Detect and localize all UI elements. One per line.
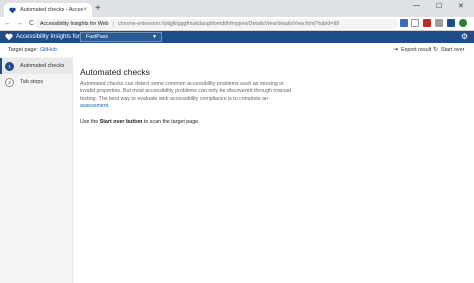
instruction-bold: Start over button	[99, 118, 143, 125]
extension-icon-2[interactable]	[435, 19, 443, 27]
back-icon[interactable]: ←	[3, 20, 12, 27]
command-bar: Target page: GitHub ⇥ Export result ↻ Sta…	[0, 43, 474, 56]
chevron-down-icon: ▼	[152, 34, 157, 40]
profile-avatar[interactable]	[459, 19, 467, 27]
export-icon: ⇥	[393, 47, 399, 53]
export-result-label: Export result	[401, 46, 432, 53]
page-instruction: Use the Start over button to scan the ta…	[80, 119, 460, 125]
address-site: Accessibility Insights for Web	[40, 21, 109, 27]
description-text: Automated checks can detect some common …	[80, 81, 291, 102]
address-url: chrome-extension://pbjjkligggfmakdaogkfo…	[117, 21, 340, 27]
mode-selector-value: FastPass	[86, 34, 109, 40]
target-page-label: Target page:	[8, 46, 38, 53]
target-page: Target page: GitHub	[8, 47, 57, 53]
tab-title: Automated checks - Accessibilit	[20, 7, 84, 13]
description-end: .	[108, 103, 110, 110]
accessibility-insights-extension-icon[interactable]	[447, 19, 455, 27]
assessment-link[interactable]: assessment	[80, 103, 108, 109]
heart-icon	[9, 7, 16, 13]
mode-selector[interactable]: FastPass ▼	[80, 32, 162, 42]
translate-icon[interactable]	[400, 19, 408, 27]
nav-item-tab-stops[interactable]: 2 Tab stops	[0, 74, 73, 90]
nav-item-number: 1	[5, 61, 14, 71]
app-header: Accessibility Insights for Web FastPass …	[0, 31, 474, 43]
target-page-link[interactable]: GitHub	[40, 47, 57, 53]
instruction-prefix: Use the	[80, 118, 99, 125]
close-window-button[interactable]: ✕	[458, 2, 464, 10]
new-tab-button[interactable]: +	[95, 4, 101, 14]
export-result-button[interactable]: ⇥ Export result	[393, 46, 432, 54]
nav-item-label: Automated checks	[20, 63, 65, 69]
forward-icon[interactable]: →	[15, 20, 24, 27]
main-content: Automated checks Automated checks can de…	[80, 62, 460, 125]
refresh-icon: ↻	[433, 47, 439, 53]
instruction-suffix: to scan the target page.	[143, 118, 200, 125]
nav-item-number: 2	[5, 77, 14, 87]
extension-icon[interactable]	[423, 19, 431, 27]
page-description: Automated checks can detect some common …	[80, 81, 295, 111]
start-over-label: Start over	[441, 46, 465, 53]
browser-tab[interactable]: Automated checks - Accessibilit ×	[4, 3, 92, 17]
tab-close-icon[interactable]: ×	[83, 7, 87, 13]
maximize-button[interactable]: ☐	[436, 2, 442, 10]
app-logo-icon	[5, 33, 13, 41]
browser-tab-strip: Automated checks - Accessibilit × + — ☐ …	[0, 0, 474, 17]
start-over-button[interactable]: ↻ Start over	[433, 46, 465, 54]
nav-item-label: Tab stops	[20, 79, 44, 85]
bookmark-star-icon[interactable]	[411, 19, 419, 27]
gear-icon[interactable]: ⚙	[461, 33, 468, 41]
nav-item-automated-checks[interactable]: 1 Automated checks	[0, 58, 73, 74]
left-nav: 1 Automated checks 2 Tab stops	[0, 57, 73, 283]
address-separator: |	[112, 21, 114, 27]
minimize-button[interactable]: —	[413, 2, 420, 9]
page-title: Automated checks	[80, 67, 150, 77]
address-bar[interactable]: Accessibility Insights for Web | chrome-…	[35, 19, 398, 29]
